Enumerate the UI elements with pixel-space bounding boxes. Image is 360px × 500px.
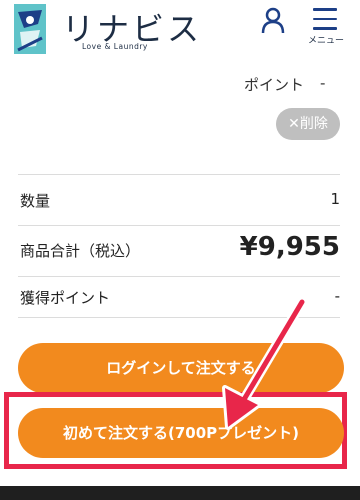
earned-points-row: 獲得ポイント -	[18, 277, 340, 318]
brand-tagline: Love & Laundry	[82, 42, 148, 51]
footer-bar	[0, 486, 360, 500]
hamburger-icon	[313, 8, 337, 30]
earned-points-value: -	[334, 287, 340, 305]
total-label: 商品合計（税込）	[20, 242, 141, 260]
first-order-button[interactable]: 初めて注文する(700Pプレゼント)	[18, 408, 344, 458]
user-icon	[261, 7, 285, 34]
delete-button[interactable]: ✕削除	[276, 108, 340, 140]
menu-label: メニュー	[307, 36, 344, 46]
login-order-button[interactable]: ログインして注文する	[18, 343, 344, 393]
quantity-row: 数量 1	[18, 175, 340, 226]
menu-button[interactable]: メニュー	[304, 8, 348, 46]
point-label: ポイント	[244, 76, 305, 94]
account-button[interactable]	[258, 6, 288, 36]
point-row: ポイント -	[244, 74, 325, 95]
quantity-label: 数量	[20, 192, 51, 210]
point-value: -	[320, 74, 326, 92]
total-value: ¥9,955	[239, 232, 340, 262]
earned-points-label: 獲得ポイント	[20, 289, 111, 307]
quantity-value: 1	[330, 190, 340, 208]
total-row: 商品合計（税込） ¥9,955	[18, 226, 340, 277]
brand-logo-icon[interactable]	[14, 4, 46, 54]
header: リナビス Love & Laundry メニュー	[0, 0, 360, 58]
